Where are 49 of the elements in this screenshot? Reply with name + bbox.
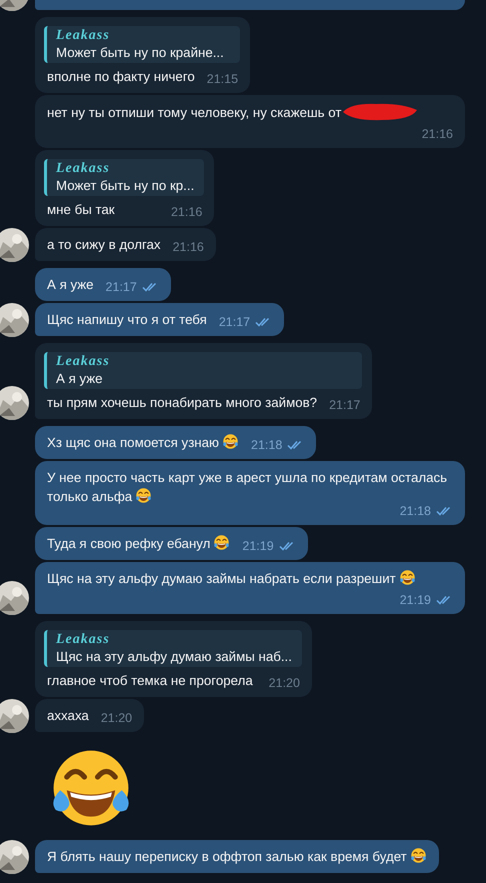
message-time: 21:20 [100, 711, 132, 725]
message-text: мне бы так [47, 202, 115, 217]
message-time: 21:19 [400, 593, 431, 607]
message-text: главное чтоб темка не прогорела [47, 673, 253, 688]
avatar[interactable] [0, 386, 29, 420]
message-time: 21:16 [170, 205, 202, 219]
double-check-icon [436, 506, 453, 516]
message-time: 21:17 [106, 280, 137, 294]
message-text: а то сижу в долгах [47, 237, 161, 252]
double-check-icon [142, 282, 159, 292]
avatar[interactable] [0, 228, 29, 262]
message-text: вполне по факту ничего [47, 69, 195, 84]
double-check-icon [278, 541, 296, 551]
message-time: 21:16 [172, 240, 204, 254]
reply-quote[interactable]: Leakass А я уже [44, 352, 362, 389]
message-text: Я блять нашу переписку в оффтоп залью как время будет [47, 849, 407, 864]
reply-quote[interactable]: Leakass Щяс на эту альфу думаю займы наб... [44, 630, 302, 667]
message-text: Щяс напишу что я от тебя [47, 312, 207, 327]
message-text: ты прям хочешь понабирать много займов? [47, 395, 318, 410]
message-text: Щяс на эту альфу думаю займы набрать если разрешит [47, 571, 396, 586]
message-text: аххаха [47, 708, 89, 723]
reply-text: Может быть ну по кр... [56, 177, 194, 194]
reply-author: Leakass [56, 28, 111, 44]
message-time: 21:18 [400, 504, 431, 518]
reply-author: Leakass [56, 161, 111, 177]
message-text: нет ну ты отпиши тому человеку, ну скажешь от [47, 105, 342, 120]
reply-quote[interactable]: Leakass Может быть ну по крайне... [44, 26, 240, 63]
message-time: 21:17 [329, 398, 360, 412]
message-time: 21:17 [218, 315, 250, 329]
reply-text: А я уже [56, 370, 104, 387]
avatar[interactable] [0, 699, 29, 733]
message-text: У нее просто часть карт уже в арест ушла по кредитам осталась только альфа [47, 470, 448, 504]
message-time: 21:20 [268, 676, 300, 690]
message-time: 21:15 [206, 72, 238, 86]
message-time: 21:16 [422, 127, 453, 141]
message-time: 21:18 [251, 438, 282, 452]
reply-author: Leakass [56, 354, 111, 370]
reply-text: Может быть ну по крайне... [56, 44, 225, 61]
message-time: 21:19 [242, 539, 274, 553]
reply-quote[interactable]: Leakass Может быть ну по кр... [44, 159, 204, 196]
reply-text: Щяс на эту альфу думаю займы наб... [56, 648, 292, 665]
avatar[interactable] [0, 581, 29, 615]
double-check-icon [436, 595, 453, 605]
avatar[interactable] [0, 840, 29, 874]
reply-author: Leakass [56, 632, 111, 648]
message-text: А я уже [47, 277, 94, 292]
avatar[interactable] [0, 303, 29, 337]
message-text: Хз щяс она помоется узнаю [47, 435, 219, 450]
message-text: Туда я свою рефку ебанул [47, 536, 210, 551]
